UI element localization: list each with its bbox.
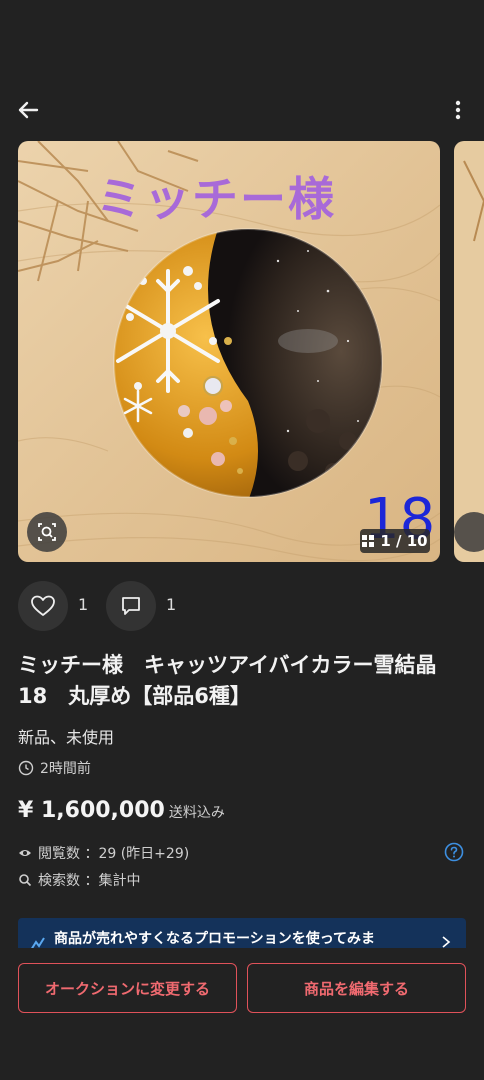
help-button[interactable] [444,842,464,862]
search-count-row: 検索数 ：集計中 [18,870,140,890]
image-counter-text: 1 / 10 [380,532,428,550]
top-bar [0,88,484,132]
posted-time-text: 2時間前 [40,761,91,777]
promotion-text: 商品が売れやすくなるプロモーションを使ってみま [54,931,376,947]
back-button[interactable] [12,94,44,126]
promotion-icon [31,937,45,948]
price: ¥ 1,600,000 [18,798,165,823]
more-menu-button[interactable] [446,94,470,126]
comment-count: 1 [166,595,177,614]
search-count-text: 検索数 ：集計中 [38,873,141,889]
arrow-left-icon [18,101,39,119]
shipping-label: 送料込み [168,805,225,821]
search-icon [19,874,32,887]
more-vertical-icon [455,100,461,120]
promotion-banner[interactable]: 商品が売れやすくなるプロモーションを使ってみま [18,918,466,948]
product-title: ミッチー様 キャッツアイバイカラー雪結晶 18 丸厚め【部品6種】 [18,653,458,708]
change-to-auction-button[interactable]: オークションに変更する [18,963,237,1013]
next-photo [454,141,484,562]
grid-icon [362,535,375,547]
comment-icon [122,597,140,615]
clock-icon [18,760,34,776]
image-search-icon [38,523,56,541]
next-product-image[interactable] [454,141,484,562]
question-circle-icon [444,842,464,862]
product-condition: 新品、未使用 [18,728,115,747]
image-counter[interactable]: 1 / 10 [360,529,430,553]
eye-icon [19,850,31,856]
image-search-button[interactable] [27,512,67,552]
like-count: 1 [78,595,89,614]
price-row: ¥ 1,600,000 送料込み [18,798,225,823]
posted-time: 2時間前 [18,758,91,778]
image-overlay-title: ミッチー様 [96,172,336,226]
comment-button[interactable] [106,581,156,631]
views-row: 閲覧数 ：29 (昨日+29) [18,843,189,863]
image-carousel[interactable]: ミッチー様 18 1 / 10 [18,141,484,562]
edit-item-button[interactable]: 商品を編集する [247,963,466,1013]
chevron-right-icon [442,936,451,948]
views-text: 閲覧数 ：29 (昨日+29) [38,846,190,862]
heart-icon [31,595,55,616]
product-image[interactable]: ミッチー様 18 1 / 10 [18,141,440,562]
like-button[interactable] [18,581,68,631]
engagement-row: 1 1 [18,581,318,631]
